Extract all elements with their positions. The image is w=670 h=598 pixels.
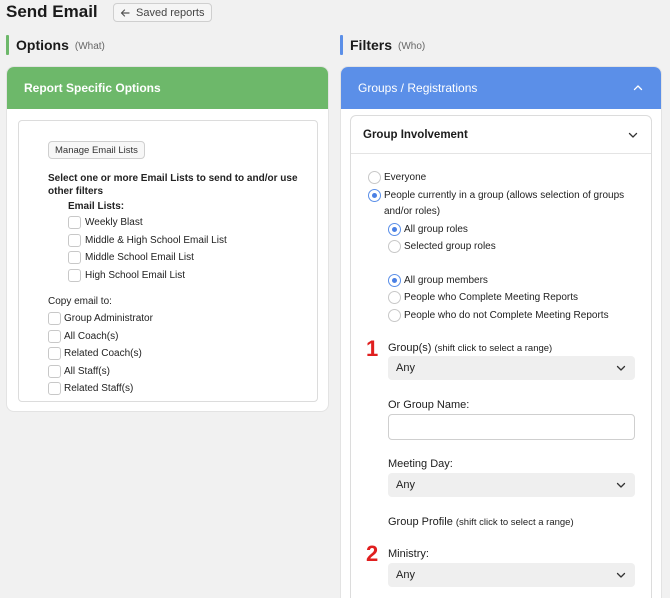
copy-email-label: Copy email to: bbox=[48, 296, 112, 307]
copy-option-label: All Coach(s) bbox=[64, 331, 119, 342]
options-accent-bar bbox=[6, 35, 9, 55]
report-options-header: Report Specific Options bbox=[7, 67, 328, 109]
options-subtitle: (What) bbox=[74, 40, 105, 52]
ministry-select[interactable]: Any bbox=[388, 563, 635, 587]
email-list-label: Middle School Email List bbox=[85, 252, 194, 263]
group-involvement-header[interactable]: Group Involvement bbox=[351, 116, 651, 154]
instruction-line-2: other filters bbox=[48, 186, 104, 197]
radio-complete-reports[interactable] bbox=[388, 291, 401, 304]
copy-checkbox-related-coach[interactable] bbox=[48, 347, 61, 360]
group-profile-label: Group Profile (shift click to select a r… bbox=[388, 516, 574, 528]
role-option-label: All group roles bbox=[404, 224, 468, 235]
group-name-label: Or Group Name: bbox=[388, 399, 470, 411]
group-profile-label-text: Group Profile bbox=[388, 516, 453, 528]
role-option-label: Selected group roles bbox=[404, 241, 496, 252]
group-involvement-title: Group Involvement bbox=[363, 128, 468, 141]
radio-people-in-group[interactable] bbox=[368, 189, 381, 202]
chevron-down-icon[interactable] bbox=[627, 129, 639, 141]
radio-everyone[interactable] bbox=[368, 171, 381, 184]
copy-option-label: Related Staff(s) bbox=[64, 383, 134, 394]
groups-label-hint: (shift click to select a range) bbox=[434, 343, 553, 354]
manage-email-lists-button[interactable]: Manage Email Lists bbox=[48, 141, 145, 159]
report-options-card: Report Specific Options Manage Email Lis… bbox=[6, 66, 329, 412]
options-section-header: Options (What) bbox=[6, 35, 105, 55]
groups-select-value: Any bbox=[396, 362, 415, 374]
meeting-day-value: Any bbox=[396, 479, 415, 491]
email-list-label: Weekly Blast bbox=[85, 217, 143, 228]
radio-selected-group-roles[interactable] bbox=[388, 240, 401, 253]
groups-registrations-title: Groups / Registrations bbox=[358, 81, 478, 95]
ministry-label: Ministry: bbox=[388, 548, 429, 560]
radio-people-in-group-label-2: and/or roles) bbox=[384, 206, 441, 217]
report-options-body: Manage Email Lists Select one or more Em… bbox=[18, 120, 318, 402]
member-option-label: People who Complete Meeting Reports bbox=[404, 292, 578, 303]
filters-subtitle: (Who) bbox=[398, 40, 426, 52]
email-list-checkbox-weekly-blast[interactable] bbox=[68, 216, 81, 229]
report-options-title: Report Specific Options bbox=[24, 81, 161, 95]
page-title: Send Email bbox=[6, 2, 98, 21]
copy-checkbox-all-staff[interactable] bbox=[48, 365, 61, 378]
email-list-label: High School Email List bbox=[85, 270, 186, 281]
meeting-day-select[interactable]: Any bbox=[388, 473, 635, 497]
chevron-up-icon[interactable] bbox=[632, 82, 644, 94]
arrow-left-icon bbox=[120, 8, 130, 17]
email-list-checkbox-middle-high[interactable] bbox=[68, 234, 81, 247]
copy-checkbox-related-staff[interactable] bbox=[48, 382, 61, 395]
radio-all-group-members[interactable] bbox=[388, 274, 401, 287]
instruction-line-1: Select one or more Email Lists to send t… bbox=[48, 173, 298, 184]
options-title: Options bbox=[16, 37, 69, 53]
meeting-day-label: Meeting Day: bbox=[388, 458, 453, 470]
email-lists-label: Email Lists: bbox=[68, 201, 125, 212]
copy-checkbox-group-admin[interactable] bbox=[48, 312, 61, 325]
chevron-down-icon bbox=[616, 365, 626, 371]
marker-2: 2 bbox=[366, 541, 379, 566]
filters-section-header: Filters (Who) bbox=[340, 35, 425, 55]
filters-title: Filters bbox=[350, 37, 393, 53]
group-name-input[interactable] bbox=[388, 414, 635, 440]
copy-checkbox-all-coach[interactable] bbox=[48, 330, 61, 343]
groups-label: Group(s) (shift click to select a range) bbox=[388, 342, 552, 354]
radio-people-in-group-label-1: People currently in a group (allows sele… bbox=[384, 190, 625, 201]
group-profile-hint: (shift click to select a range) bbox=[455, 517, 574, 528]
copy-option-label: Group Administrator bbox=[64, 313, 153, 324]
groups-registrations-header[interactable]: Groups / Registrations bbox=[341, 67, 661, 109]
chevron-down-icon bbox=[616, 482, 626, 488]
email-list-checkbox-middle-school[interactable] bbox=[68, 251, 81, 264]
email-list-label: Middle & High School Email List bbox=[85, 235, 227, 246]
email-list-checkbox-high-school[interactable] bbox=[68, 269, 81, 282]
radio-everyone-label: Everyone bbox=[384, 172, 427, 183]
groups-select[interactable]: Any bbox=[388, 356, 635, 380]
copy-option-label: Related Coach(s) bbox=[64, 348, 142, 359]
chevron-down-icon bbox=[616, 572, 626, 578]
member-option-label: People who do not Complete Meeting Repor… bbox=[404, 310, 609, 321]
member-option-label: All group members bbox=[404, 275, 488, 286]
marker-1: 1 bbox=[366, 336, 379, 361]
ministry-value: Any bbox=[396, 569, 415, 581]
groups-registrations-card: Groups / Registrations Group Involvement… bbox=[340, 66, 662, 598]
saved-reports-label: Saved reports bbox=[136, 6, 205, 19]
filters-accent-bar bbox=[340, 35, 343, 55]
group-involvement-panel: Group Involvement Everyone People curren… bbox=[350, 115, 652, 598]
radio-all-group-roles[interactable] bbox=[388, 223, 401, 236]
groups-label-text: Group(s) bbox=[388, 342, 432, 354]
saved-reports-button[interactable]: Saved reports bbox=[113, 3, 213, 22]
radio-not-complete-reports[interactable] bbox=[388, 309, 401, 322]
copy-option-label: All Staff(s) bbox=[64, 366, 110, 377]
